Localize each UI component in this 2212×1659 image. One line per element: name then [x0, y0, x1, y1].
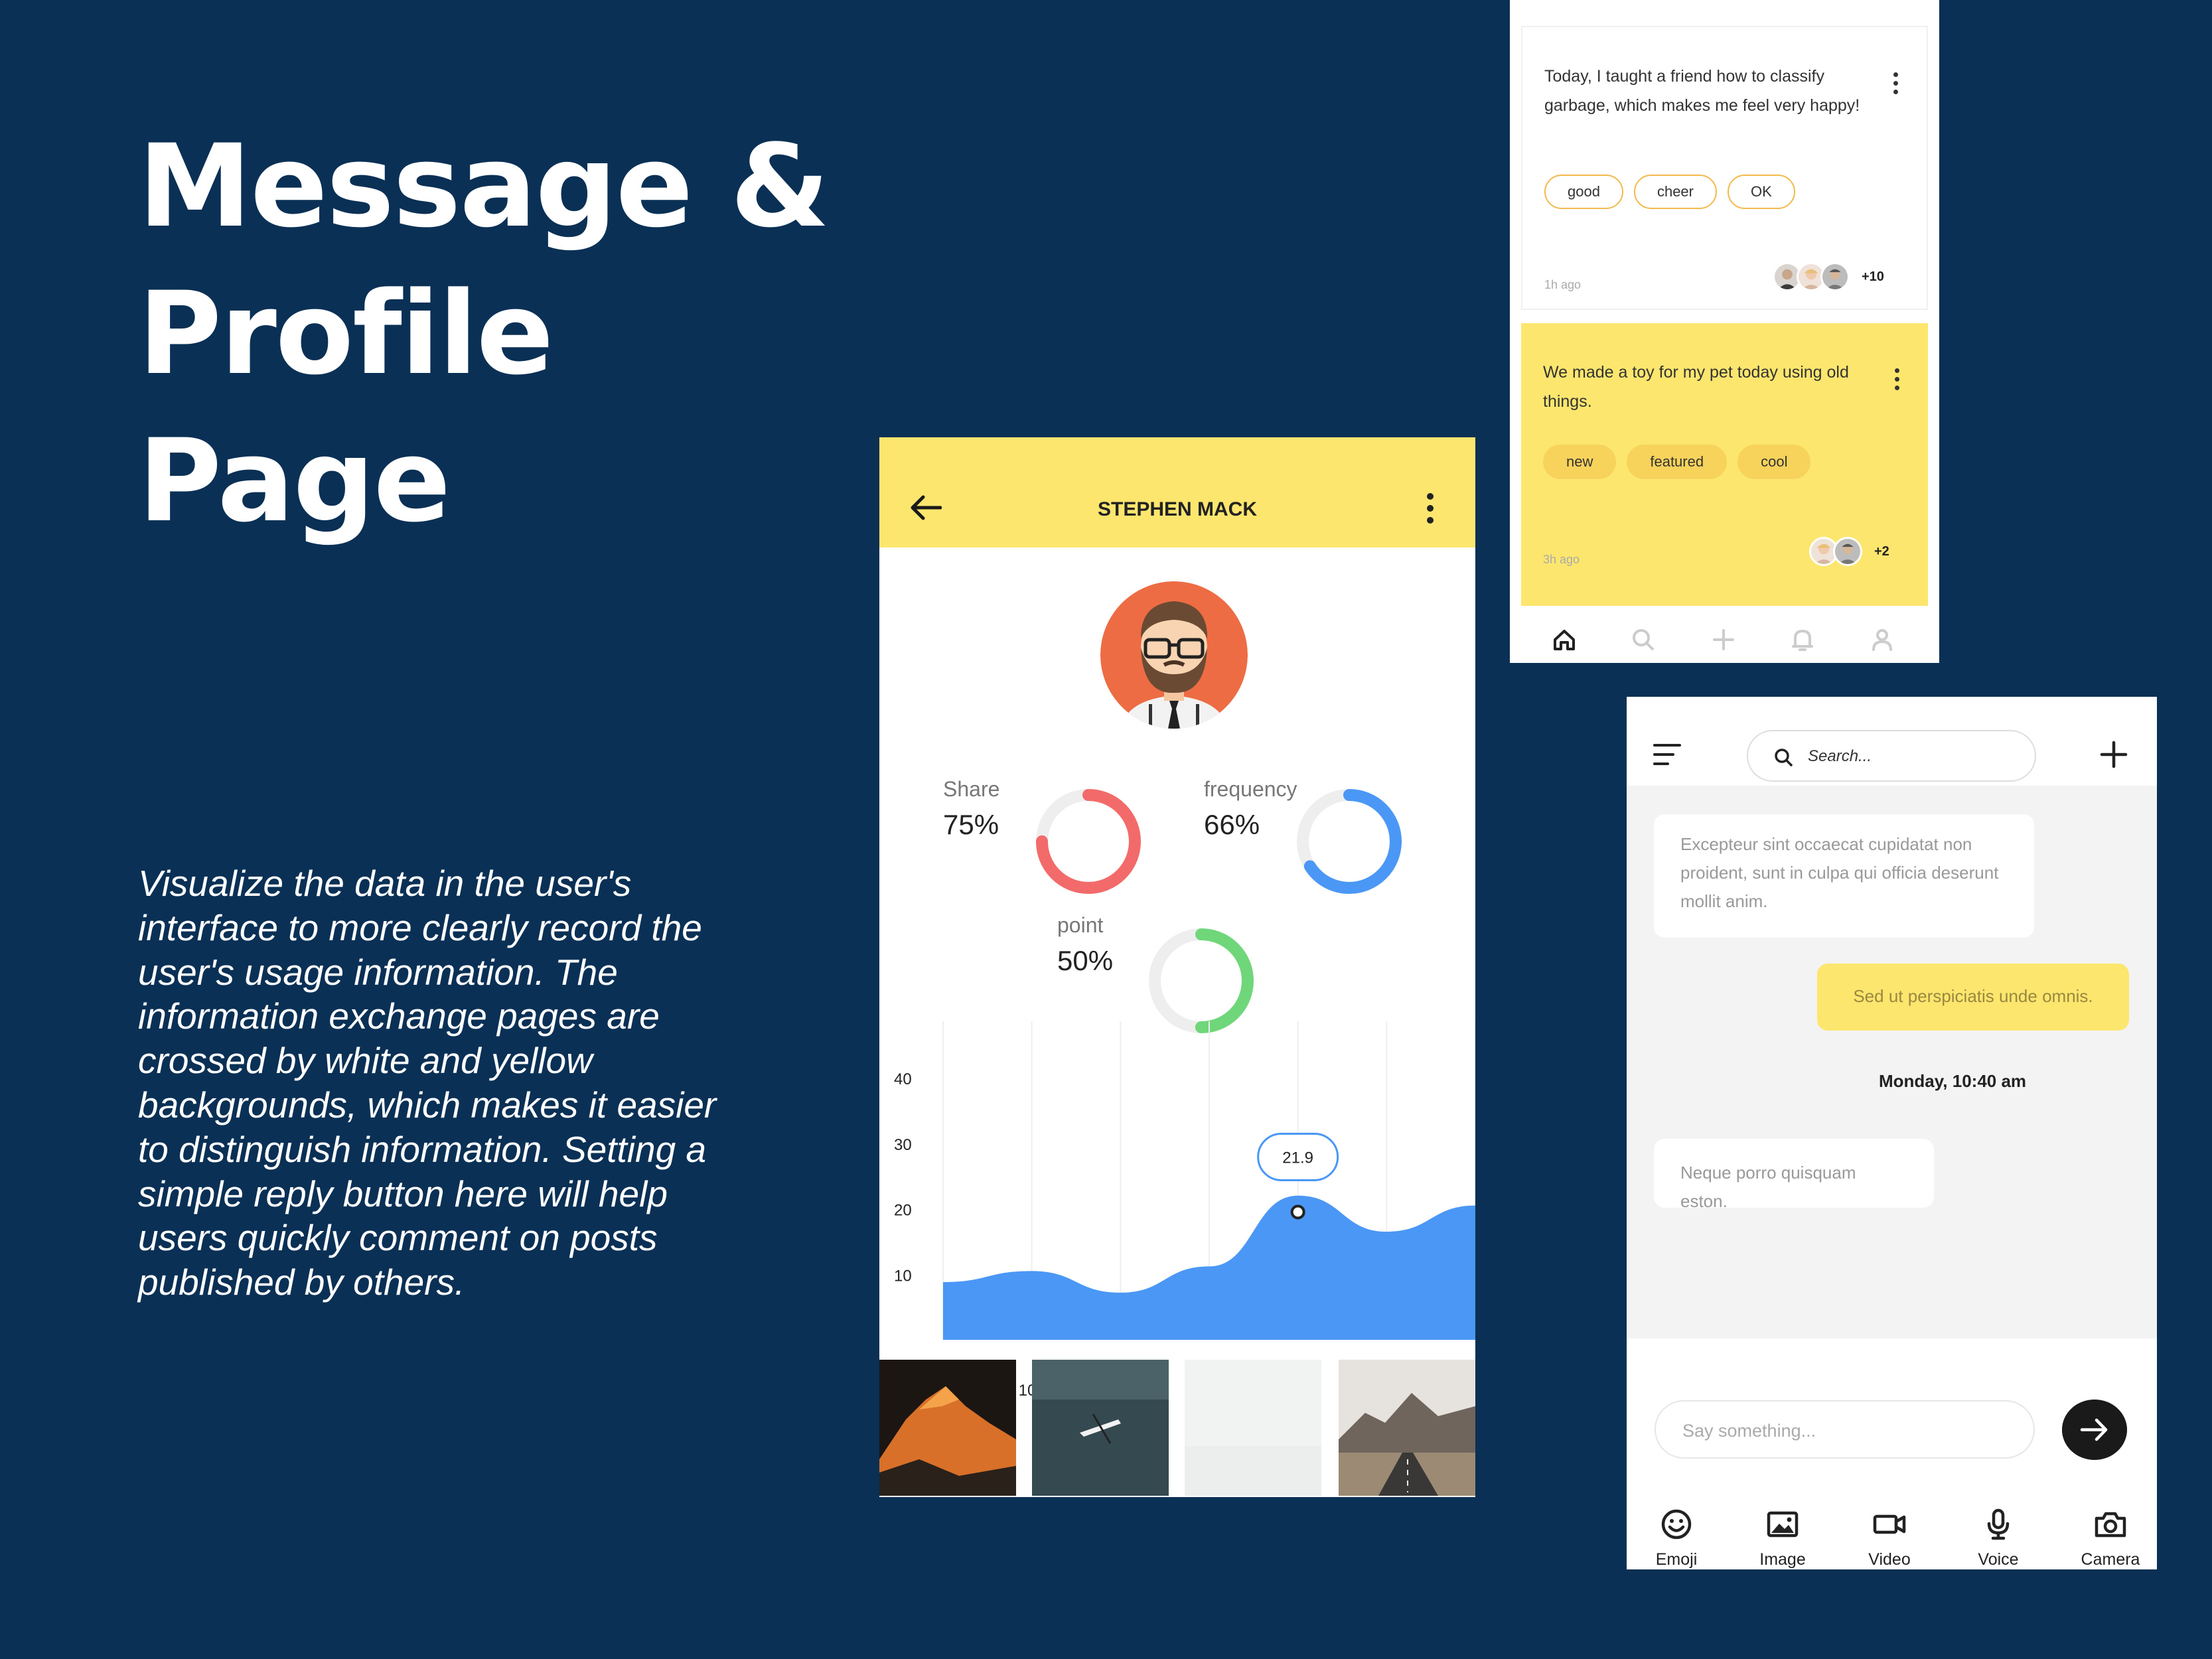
- message-input-box: [1655, 1400, 2035, 1459]
- chat-header: [1627, 697, 2157, 786]
- reactor-avatars[interactable]: +10: [1773, 262, 1884, 291]
- more-vertical-icon[interactable]: [1427, 493, 1435, 529]
- video-button[interactable]: Video: [1843, 1506, 1936, 1569]
- feed-screen: Today, I taught a friend how to classify…: [1510, 0, 1939, 663]
- post-text: Today, I taught a friend how to classify…: [1544, 67, 1860, 115]
- voice-button[interactable]: Voice: [1952, 1506, 2045, 1569]
- message-bubble-incoming: Neque porro quisquam eston.: [1654, 1139, 1934, 1211]
- post-card[interactable]: Today, I taught a friend how to classify…: [1521, 26, 1928, 310]
- post-timestamp: 1h ago: [1544, 278, 1582, 291]
- composer-panel: Emoji Image Video Voice: [1627, 1338, 2157, 1569]
- search-icon[interactable]: [1627, 624, 1659, 656]
- plus-icon[interactable]: [2100, 741, 2128, 768]
- title-line-1: Message & Profile: [138, 119, 830, 400]
- reactor-avatars[interactable]: +2: [1809, 537, 1889, 566]
- search-input[interactable]: [1808, 743, 2007, 770]
- image-label: Image: [1759, 1550, 1806, 1569]
- image-icon: [1767, 1511, 1799, 1538]
- y-tick-label: 20: [894, 1202, 912, 1220]
- stat-value-point: 50%: [1057, 945, 1114, 976]
- frequency-donut: [1297, 789, 1402, 894]
- avatar: [1820, 262, 1850, 291]
- chat-date-separator: Monday, 10:40 am: [1879, 1071, 2027, 1091]
- post-timestamp: 3h ago: [1543, 553, 1580, 566]
- message-bubble-outgoing: Sed ut perspiciatis unde omnis.: [1817, 964, 2129, 1031]
- y-tick-label: 40: [894, 1070, 912, 1088]
- message-input[interactable]: [1682, 1416, 2001, 1445]
- tag-chip[interactable]: OK: [1728, 175, 1795, 209]
- voice-label: Voice: [1978, 1550, 2019, 1569]
- video-label: Video: [1868, 1550, 1911, 1569]
- post-card[interactable]: We made a toy for my pet today using old…: [1521, 323, 1928, 606]
- y-tick-label: 30: [894, 1136, 912, 1154]
- tag-chip[interactable]: featured: [1627, 445, 1728, 479]
- profile-screen: STEPHEN MACK Share 75% frequency 66% poi…: [879, 437, 1475, 1497]
- reactor-count: +10: [1862, 269, 1884, 284]
- tag-chip[interactable]: cheer: [1633, 175, 1717, 209]
- plus-icon[interactable]: [1708, 624, 1739, 656]
- avatar: [1833, 537, 1862, 566]
- post-tags: new featured cool: [1543, 445, 1811, 479]
- stat-label-frequency: frequency: [1204, 777, 1297, 801]
- share-donut: [1036, 789, 1141, 894]
- camera-button[interactable]: Camera: [2064, 1506, 2157, 1569]
- photo-kayak[interactable]: [1032, 1360, 1169, 1496]
- photo-fog[interactable]: [1185, 1360, 1321, 1496]
- more-vertical-icon[interactable]: [1895, 368, 1901, 394]
- y-tick-label: 10: [894, 1267, 912, 1285]
- avatar: [1100, 581, 1248, 729]
- stat-value-frequency: 66%: [1204, 809, 1260, 840]
- bell-icon[interactable]: [1787, 624, 1818, 656]
- stat-label-share: Share: [943, 777, 1000, 801]
- stat-label-point: point: [1057, 913, 1104, 937]
- tooltip-value: 21.9: [1282, 1149, 1313, 1167]
- tag-chip[interactable]: good: [1544, 175, 1623, 209]
- tag-chip[interactable]: cool: [1737, 445, 1811, 479]
- post-tags: good cheer OK: [1544, 175, 1795, 209]
- home-icon[interactable]: [1548, 624, 1580, 656]
- more-vertical-icon[interactable]: [1893, 72, 1900, 98]
- stat-value-share: 75%: [943, 809, 999, 840]
- chat-screen: Excepteur sint occaecat cupidatat non pr…: [1627, 697, 2157, 1569]
- photo-strip: [879, 1360, 1475, 1496]
- menu-icon[interactable]: [1653, 743, 1682, 766]
- camera-icon: [2095, 1512, 2126, 1538]
- photo-mountain-sunset[interactable]: [879, 1360, 1016, 1496]
- profile-header: STEPHEN MACK: [879, 437, 1475, 547]
- message-bubble-incoming: Excepteur sint occaecat cupidatat non pr…: [1654, 814, 2034, 938]
- highlight-point[interactable]: [1290, 1204, 1305, 1220]
- emoji-label: Emoji: [1655, 1550, 1698, 1569]
- video-icon: [1873, 1514, 1906, 1534]
- tag-chip[interactable]: new: [1543, 445, 1617, 479]
- user-icon[interactable]: [1866, 624, 1898, 656]
- usage-area-chart: 102030405010015020025030021.9: [894, 1021, 1475, 1400]
- send-button[interactable]: [2062, 1400, 2127, 1460]
- search-bar: [1747, 730, 2036, 782]
- profile-name: STEPHEN MACK: [1097, 498, 1257, 520]
- image-button[interactable]: Image: [1736, 1506, 1829, 1569]
- post-text: We made a toy for my pet today using old…: [1543, 363, 1849, 411]
- camera-label: Camera: [2081, 1550, 2140, 1569]
- emoji-button[interactable]: Emoji: [1630, 1506, 1723, 1569]
- reactor-count: +2: [1874, 543, 1889, 559]
- page-description: Visualize the data in the user's interfa…: [138, 863, 717, 1303]
- photo-road[interactable]: [1339, 1360, 1475, 1496]
- search-icon: [1775, 749, 1793, 766]
- bottom-tab-bar: [1510, 617, 1939, 663]
- microphone-icon: [1987, 1508, 2010, 1540]
- emoji-icon: [1661, 1509, 1692, 1540]
